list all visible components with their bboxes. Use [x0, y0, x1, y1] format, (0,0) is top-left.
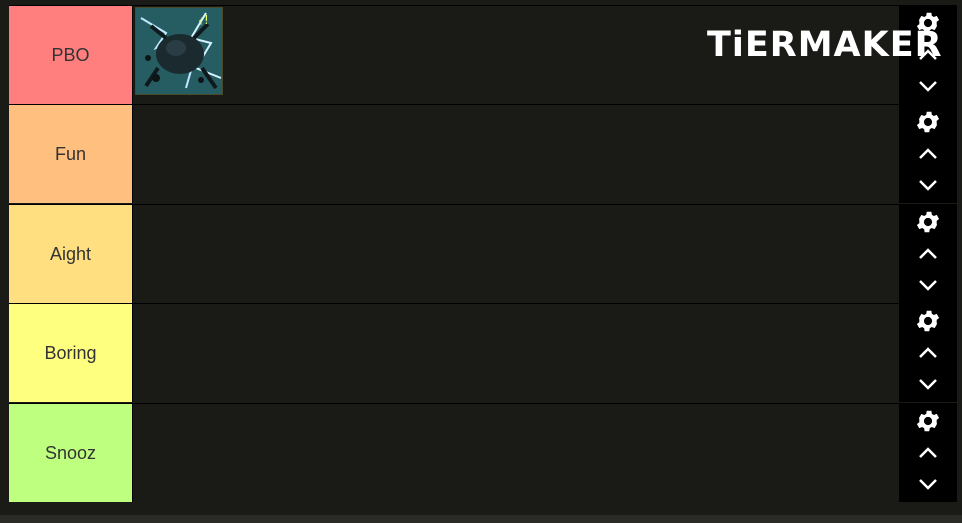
chevron-down-icon[interactable]	[910, 271, 946, 299]
tier-controls	[899, 304, 957, 402]
chevron-down-icon[interactable]	[910, 370, 946, 398]
tier-label[interactable]: Snooz	[9, 404, 133, 502]
tier-items-dropzone[interactable]	[133, 404, 899, 502]
gear-icon[interactable]	[910, 407, 946, 435]
tier-items-dropzone[interactable]	[133, 205, 899, 303]
tier-controls	[899, 105, 957, 203]
gear-icon[interactable]	[910, 108, 946, 136]
chevron-down-icon[interactable]	[910, 470, 946, 498]
tier-controls	[899, 205, 957, 303]
gear-icon[interactable]	[910, 208, 946, 236]
svg-text:ｨ!: ｨ!	[198, 13, 209, 27]
chevron-up-icon[interactable]	[910, 439, 946, 467]
tier-row-fun: Fun	[9, 104, 957, 203]
tier-label[interactable]: Fun	[9, 105, 133, 203]
tier-label[interactable]: Boring	[9, 304, 133, 402]
logo-text: TiERMAKER	[707, 25, 943, 65]
tier-row-snooz: Snooz	[9, 403, 957, 502]
tier-board: PBO ｨ! Fun Aight Boring Snooz TiERMAKER	[9, 5, 957, 503]
tier-label[interactable]: PBO	[9, 6, 133, 104]
chevron-up-icon[interactable]	[910, 339, 946, 367]
tier-row-boring: Boring	[9, 303, 957, 402]
chevron-down-icon[interactable]	[910, 72, 946, 100]
gear-icon[interactable]	[910, 307, 946, 335]
chevron-up-icon[interactable]	[910, 240, 946, 268]
tiermaker-logo: TiERMAKER	[701, 23, 943, 67]
tier-items-dropzone[interactable]	[133, 105, 899, 203]
tier-controls	[899, 404, 957, 502]
chevron-up-icon[interactable]	[910, 140, 946, 168]
chevron-down-icon[interactable]	[910, 171, 946, 199]
tier-item-card-art[interactable]: ｨ!	[135, 7, 223, 95]
tier-label[interactable]: Aight	[9, 205, 133, 303]
page-footer-bar	[0, 515, 962, 523]
tier-row-aight: Aight	[9, 204, 957, 303]
tier-items-dropzone[interactable]	[133, 304, 899, 402]
